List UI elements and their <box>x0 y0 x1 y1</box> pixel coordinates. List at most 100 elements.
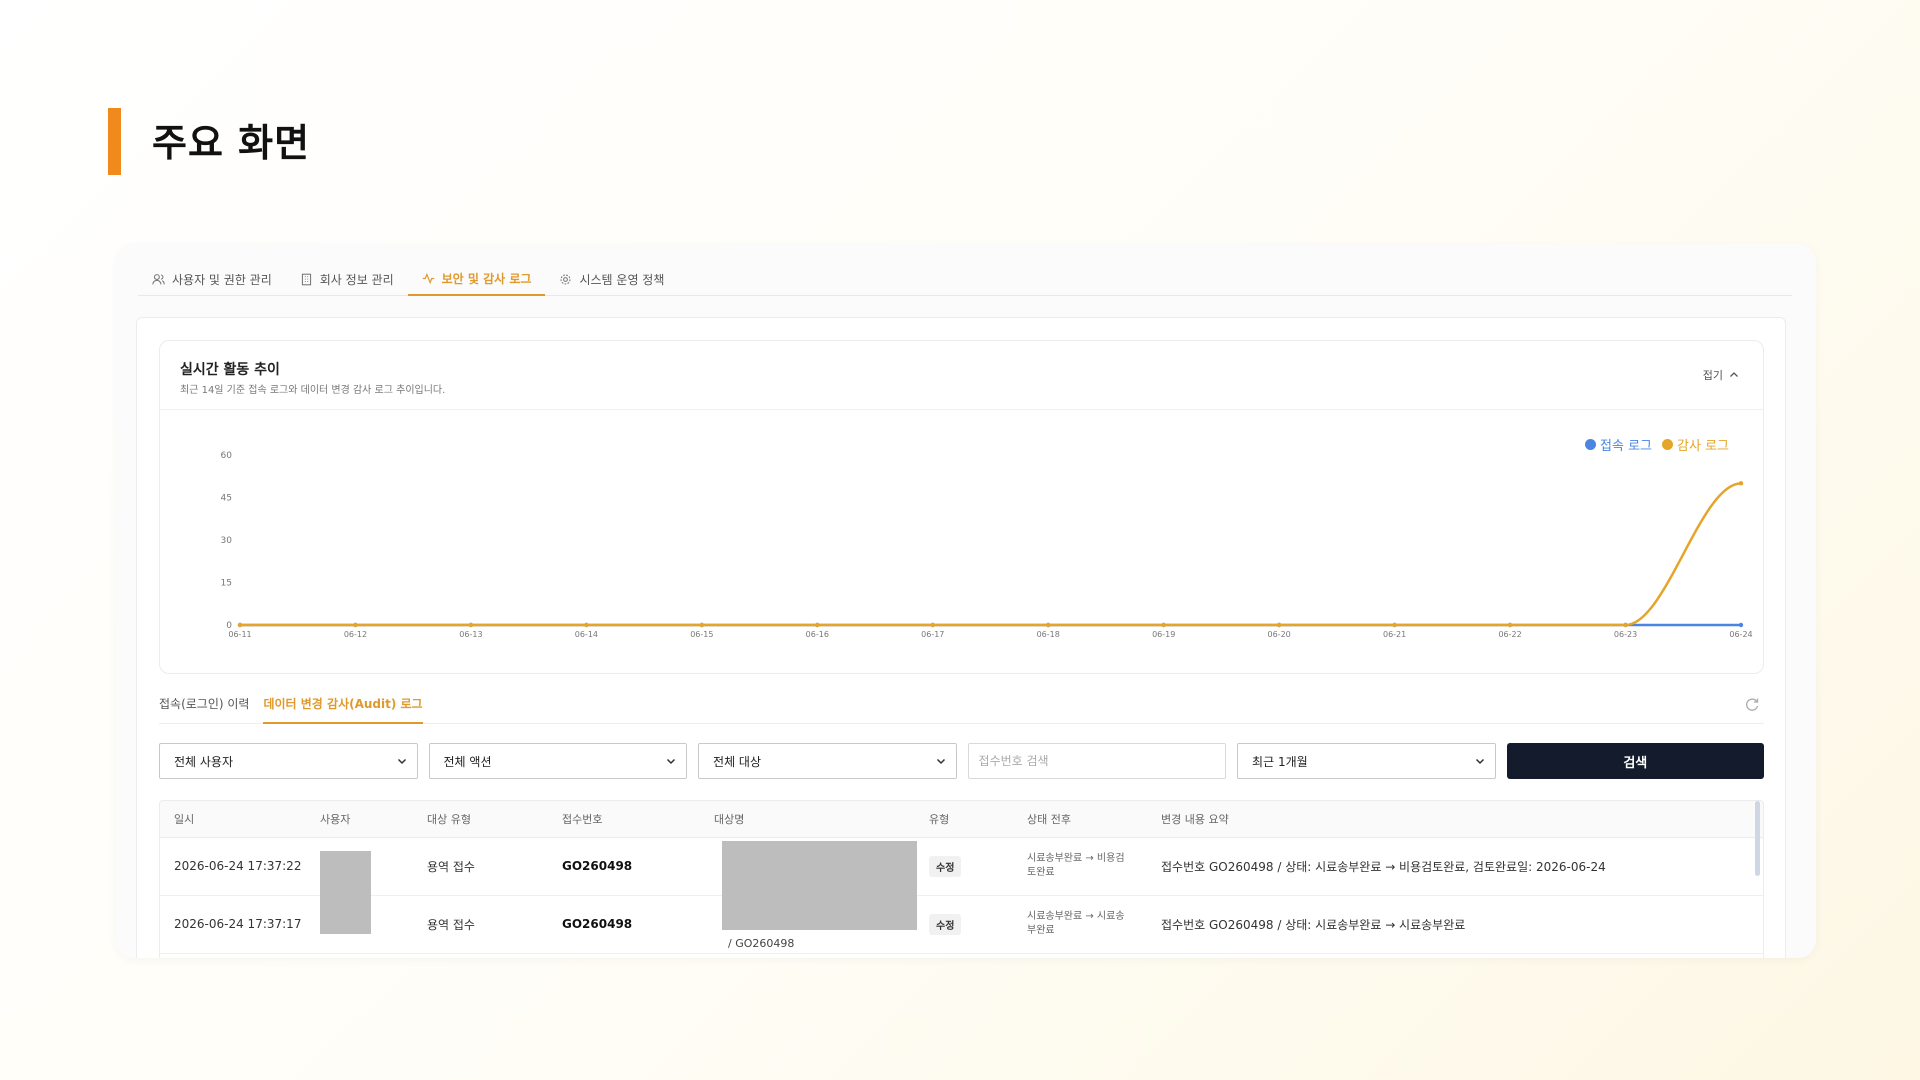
x-tick-label: 06-16 <box>806 630 829 639</box>
tab-security-audit-label: 보안 및 감사 로그 <box>441 271 532 286</box>
kind-badge: 수정 <box>929 855 962 877</box>
x-tick-label: 06-23 <box>1614 630 1637 639</box>
receipt-search-input[interactable] <box>967 743 1227 779</box>
tab-security-audit[interactable]: 보안 및 감사 로그 <box>407 262 546 296</box>
users-icon <box>152 273 165 284</box>
cell-kind: 수정 <box>915 895 1013 954</box>
cell-status: 시료송부완료 → 비용검토완료 <box>1013 837 1147 896</box>
activity-line-chart: 01530456006-11 06-12 06-13 06-14 06-15 06-16 0… <box>221 451 1753 639</box>
tab-system-policy[interactable]: 시스템 운영 정책 <box>545 262 678 296</box>
tab-users[interactable]: 사용자 및 권한 관리 <box>138 262 286 296</box>
x-tick-label: 06-19 <box>1152 630 1175 639</box>
col-target-type[interactable]: 대상 유형 <box>413 801 548 838</box>
y-tick-label: 15 <box>221 579 232 589</box>
data-point <box>1507 622 1513 628</box>
log-sub-tabs: 접속(로그인) 이력 데이터 변경 감사(Audit) 로그 <box>159 692 1764 724</box>
tab-company[interactable]: 회사 정보 관리 <box>286 262 408 296</box>
data-point <box>1392 622 1397 628</box>
refresh-icon[interactable] <box>1744 696 1760 712</box>
search-button[interactable]: 검색 <box>1506 743 1765 779</box>
cell-receipt-no: GO260498 <box>548 895 700 954</box>
table-row[interactable]: 2026-06-24 17:37:22 용역 접수 GO260498 수정 시료… <box>160 837 1763 896</box>
cell-summary: 접수번호 GO260498 / 상태: 시료송부완료 → 비용검토완료, 검토완… <box>1147 837 1763 896</box>
page-title: 주요 화면 <box>152 121 311 165</box>
x-tick-label: 06-18 <box>1037 630 1060 639</box>
period-select-value: 최근 1개월 <box>1252 754 1308 769</box>
x-tick-label: 06-20 <box>1268 630 1291 639</box>
title-accent-bar <box>108 108 121 175</box>
chevron-down-icon <box>397 758 406 765</box>
kind-badge: 수정 <box>929 913 962 935</box>
data-point <box>1738 622 1744 628</box>
data-point <box>1276 622 1282 628</box>
redacted-user-block <box>320 851 371 934</box>
y-tick-label: 30 <box>221 536 233 546</box>
activity-chart-card: 실시간 활동 추이 최근 14일 기준 접속 로그와 데이터 변경 감사 로그 … <box>159 340 1764 674</box>
cell-datetime: 2026-06-24 17:37:22 <box>160 837 306 896</box>
tab-company-label: 회사 정보 관리 <box>319 272 394 287</box>
data-point <box>699 622 705 628</box>
x-tick-label: 06-21 <box>1383 630 1406 639</box>
data-point <box>1738 481 1744 486</box>
y-tick-label: 60 <box>221 451 233 461</box>
admin-card: 사용자 및 권한 관리 회사 정보 관리 보안 및 감사 로그 시스템 운영 정… <box>116 244 1816 958</box>
tab-system-policy-label: 시스템 운영 정책 <box>579 272 665 287</box>
cell-target-type: 용역 접수 <box>413 895 548 954</box>
redacted-target-block <box>722 841 917 930</box>
cell-receipt-no: GO260498 <box>548 837 700 896</box>
tab-login-history[interactable]: 접속(로그인) 이력 <box>159 692 249 724</box>
col-status[interactable]: 상태 전후 <box>1013 801 1147 838</box>
x-tick-label: 06-15 <box>690 630 713 639</box>
col-datetime[interactable]: 일시 <box>160 801 306 838</box>
col-summary[interactable]: 변경 내용 요약 <box>1147 801 1763 838</box>
chevron-down-icon <box>667 758 676 765</box>
data-point <box>1046 622 1051 628</box>
tab-audit-log[interactable]: 데이터 변경 감사(Audit) 로그 <box>263 692 423 724</box>
activity-icon <box>422 272 434 284</box>
content-panel: 실시간 활동 추이 최근 14일 기준 접속 로그와 데이터 변경 감사 로그 … <box>136 317 1786 958</box>
x-tick-label: 06-22 <box>1498 630 1521 639</box>
target-name-suffix: / GO260498 <box>728 937 795 950</box>
series-line-audit <box>240 482 1742 627</box>
status-change: 시료송부완료 → 비용검토완료 <box>1027 853 1125 878</box>
gear-icon <box>560 274 571 284</box>
data-point <box>815 622 820 628</box>
col-user[interactable]: 사용자 <box>306 801 413 838</box>
data-point <box>584 622 589 628</box>
target-select-value: 전체 대상 <box>713 754 762 769</box>
cell-status: 시료송부완료 → 시료송부완료 <box>1013 895 1147 954</box>
table-row[interactable]: 2026-06-24 17:37:17 용역 접수 GO260498 수정 시료… <box>160 895 1763 954</box>
chevron-down-icon <box>1475 758 1484 765</box>
action-select[interactable]: 전체 액션 <box>428 743 688 779</box>
cell-summary: 접수번호 GO260498 / 상태: 시료송부완료 → 시료송부완료 <box>1147 895 1763 954</box>
data-point <box>1161 622 1166 628</box>
building-icon <box>301 273 311 285</box>
table-header-row: 일시 사용자 대상 유형 접수번호 대상명 유형 상태 전후 변경 내용 요약 <box>160 801 1763 838</box>
user-select-value: 전체 사용자 <box>174 754 234 769</box>
x-tick-label: 06-17 <box>921 630 944 639</box>
col-kind[interactable]: 유형 <box>915 801 1013 838</box>
col-receipt-no[interactable]: 접수번호 <box>548 801 700 838</box>
status-change: 시료송부완료 → 시료송부완료 <box>1027 911 1125 936</box>
period-select[interactable]: 최근 1개월 <box>1237 743 1496 779</box>
x-tick-label: 06-12 <box>344 630 367 639</box>
cell-datetime: 2026-06-24 17:37:17 <box>160 895 306 954</box>
data-point <box>353 622 358 628</box>
x-tick-label: 06-11 <box>228 630 251 639</box>
user-select[interactable]: 전체 사용자 <box>159 743 418 779</box>
col-target-name[interactable]: 대상명 <box>700 801 915 838</box>
data-point <box>468 622 474 628</box>
audit-table: 일시 사용자 대상 유형 접수번호 대상명 유형 상태 전후 변경 내용 요약 … <box>160 801 1763 954</box>
target-select[interactable]: 전체 대상 <box>698 743 957 779</box>
top-tab-bar: 사용자 및 권한 관리 회사 정보 관리 보안 및 감사 로그 시스템 운영 정… <box>138 262 1792 296</box>
y-tick-label: 45 <box>221 494 232 504</box>
cell-kind: 수정 <box>915 837 1013 896</box>
x-tick-label: 06-14 <box>575 630 598 639</box>
table-scrollbar[interactable] <box>1755 801 1760 876</box>
cell-target-type: 용역 접수 <box>413 837 548 896</box>
x-tick-label: 06-24 <box>1729 630 1752 639</box>
data-point <box>1623 622 1628 628</box>
audit-log-table: 일시 사용자 대상 유형 접수번호 대상명 유형 상태 전후 변경 내용 요약 … <box>159 800 1764 958</box>
action-select-value: 전체 액션 <box>443 754 492 769</box>
x-tick-label: 06-13 <box>459 630 482 639</box>
